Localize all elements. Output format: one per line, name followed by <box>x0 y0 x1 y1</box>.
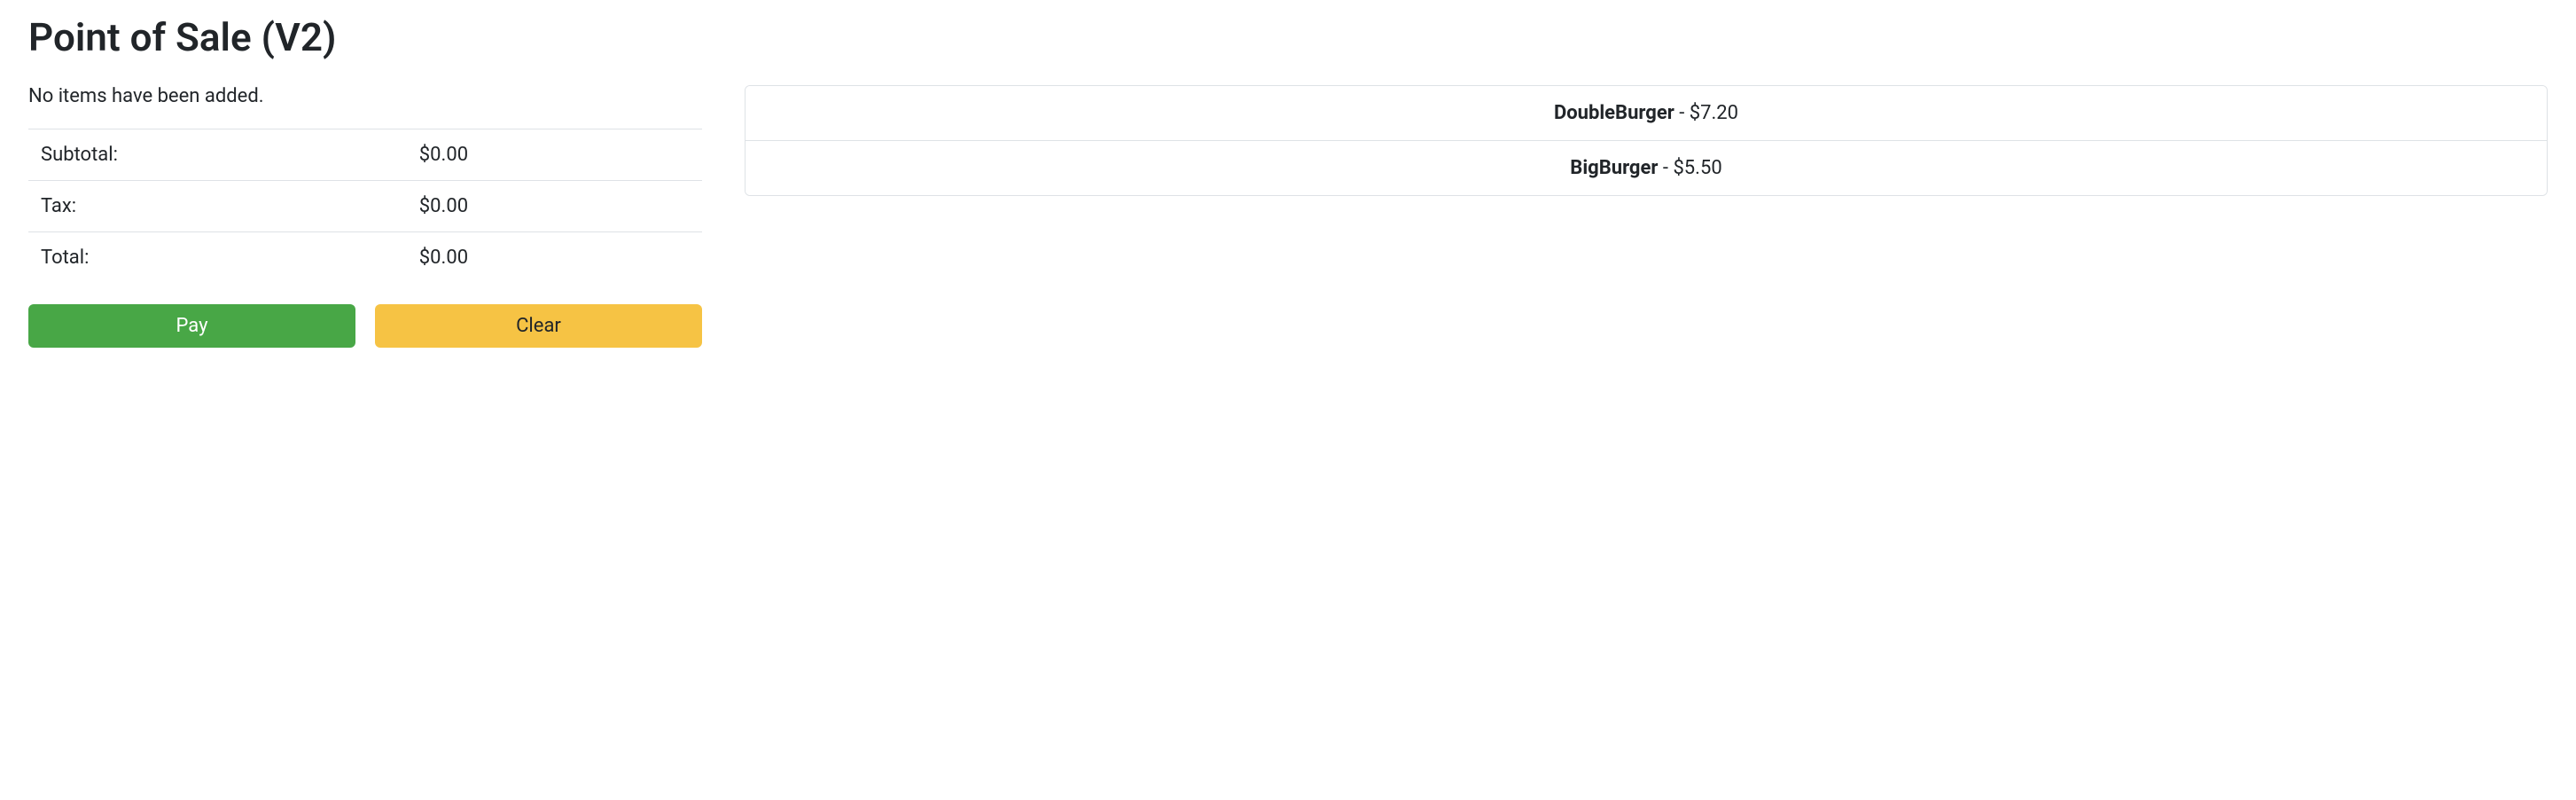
cart-empty-message: No items have been added. <box>28 85 702 107</box>
action-buttons: Pay Clear <box>28 304 702 348</box>
product-price: $7.20 <box>1690 102 1738 124</box>
total-label: Total: <box>28 232 419 284</box>
product-item-doubleburger[interactable]: DoubleBurger - $7.20 <box>745 86 2547 141</box>
total-row: Total: $0.00 <box>28 232 702 284</box>
subtotal-value: $0.00 <box>419 129 702 181</box>
page-title: Point of Sale (V2) <box>28 14 2548 60</box>
pay-button[interactable]: Pay <box>28 304 355 348</box>
clear-button[interactable]: Clear <box>375 304 702 348</box>
total-value: $0.00 <box>419 232 702 284</box>
product-list: DoubleBurger - $7.20 BigBurger - $5.50 <box>745 85 2548 196</box>
product-name: DoubleBurger <box>1554 102 1674 124</box>
product-item-bigburger[interactable]: BigBurger - $5.50 <box>745 141 2547 195</box>
subtotal-label: Subtotal: <box>28 129 419 181</box>
product-separator: - <box>1674 102 1690 124</box>
product-price: $5.50 <box>1673 157 1721 179</box>
subtotal-row: Subtotal: $0.00 <box>28 129 702 181</box>
products-panel: DoubleBurger - $7.20 BigBurger - $5.50 <box>745 85 2548 348</box>
product-name: BigBurger <box>1570 157 1658 179</box>
tax-label: Tax: <box>28 181 419 232</box>
tax-row: Tax: $0.00 <box>28 181 702 232</box>
main-layout: No items have been added. Subtotal: $0.0… <box>28 85 2548 348</box>
cart-panel: No items have been added. Subtotal: $0.0… <box>28 85 702 348</box>
product-separator: - <box>1658 157 1673 179</box>
tax-value: $0.00 <box>419 181 702 232</box>
totals-table: Subtotal: $0.00 Tax: $0.00 Total: $0.00 <box>28 129 702 283</box>
